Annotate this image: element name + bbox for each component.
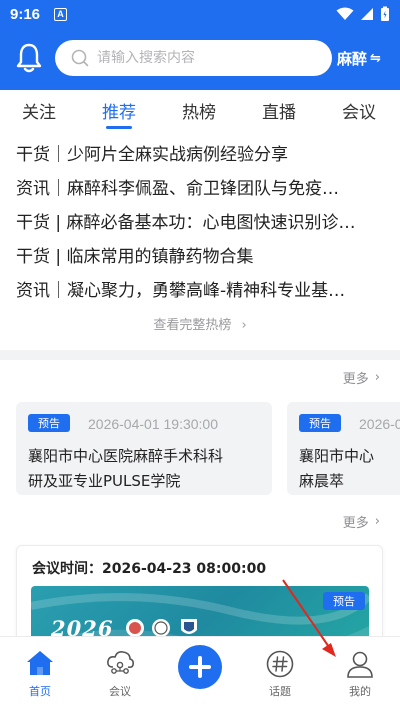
app-header: 麻醉 ⇋ xyxy=(0,28,400,90)
nav-meeting[interactable]: 会议 xyxy=(80,637,160,710)
nav-profile[interactable]: 我的 xyxy=(320,637,400,710)
tab-bar: 关注 推荐 热榜 直播 会议 xyxy=(0,90,400,130)
publish-button[interactable] xyxy=(178,645,222,689)
meeting-time: 会议时间：2026-04-23 08:00:00 xyxy=(32,561,267,577)
chevron-right-icon: › xyxy=(374,514,380,529)
department-label: 麻醉 xyxy=(337,50,368,68)
preview-title-line: 襄阳市中心 xyxy=(299,447,375,465)
nav-topic[interactable]: 话题 xyxy=(240,637,320,710)
tab-recommend[interactable]: 推荐 xyxy=(102,98,136,123)
tab-hot[interactable]: 热榜 xyxy=(182,98,216,123)
preview-time: 2026-04-01 19:30:00 xyxy=(88,416,218,432)
preview-more-link[interactable]: 更多 › xyxy=(343,368,380,387)
view-full-hot-list-link[interactable]: 查看完整热榜 › xyxy=(0,314,400,333)
hot-list-item[interactable]: 资讯｜凝心聚力，勇攀高峰-精神科专业基… xyxy=(16,276,386,301)
notification-icon: A xyxy=(54,7,68,21)
nav-label: 话题 xyxy=(269,685,291,698)
switch-icon: ⇋ xyxy=(370,51,381,66)
preview-time: 2026-0 xyxy=(359,416,400,432)
cloud-people-icon xyxy=(107,651,134,674)
wifi-icon xyxy=(336,7,354,20)
status-bar: 9:16 A xyxy=(0,0,400,28)
hot-list-item[interactable]: 资讯｜麻醉科李佩盈、俞卫锋团队与免疫… xyxy=(16,174,386,199)
more-label: 更多 xyxy=(342,516,369,531)
search-icon xyxy=(71,49,89,67)
status-time: 9:16 xyxy=(10,5,41,23)
chevron-right-icon: › xyxy=(241,318,247,333)
meeting-badge: 预告 xyxy=(323,592,365,610)
nav-home[interactable]: 首页 xyxy=(0,637,80,710)
signal-icon xyxy=(361,8,373,20)
preview-card[interactable]: 预告 2026-04-01 19:30:00 襄阳市中心医院麻醉手术科科 研及亚… xyxy=(16,402,272,495)
search-bar[interactable] xyxy=(55,40,332,76)
hashtag-icon xyxy=(266,650,294,678)
person-icon xyxy=(347,651,373,678)
bell-icon[interactable] xyxy=(14,42,44,74)
preview-title-line: 研及亚专业PULSE学院 xyxy=(28,472,181,490)
preview-badge: 预告 xyxy=(299,414,341,432)
preview-card[interactable]: 预告 2026-0 襄阳市中心 麻晨萃 xyxy=(287,402,400,495)
preview-title-line: 襄阳市中心医院麻醉手术科科 xyxy=(28,447,224,465)
hot-list-item[interactable]: 干货 | 麻醉必备基本功：心电图快速识别诊… xyxy=(16,208,386,233)
preview-badge: 预告 xyxy=(28,414,70,432)
status-icons xyxy=(336,6,390,22)
preview-title-line: 麻晨萃 xyxy=(299,472,345,490)
battery-icon xyxy=(381,6,389,21)
more-label: 更多 xyxy=(342,372,369,387)
preview-title: 襄阳市中心 麻晨萃 xyxy=(299,444,374,494)
hot-list: 干货｜少阿片全麻实战病例经验分享 资讯｜麻醉科李佩盈、俞卫锋团队与免疫… 干货 … xyxy=(0,134,400,350)
home-icon xyxy=(27,651,53,675)
meeting-more-link[interactable]: 更多 › xyxy=(343,512,380,531)
bottom-nav: 首页 会议 话题 我的 xyxy=(0,636,400,710)
section-divider xyxy=(0,350,400,360)
tab-meeting[interactable]: 会议 xyxy=(342,98,376,123)
tab-live[interactable]: 直播 xyxy=(262,98,296,123)
hot-list-item[interactable]: 干货｜少阿片全麻实战病例经验分享 xyxy=(16,140,386,165)
department-switch[interactable]: 麻醉 ⇋ xyxy=(337,48,381,69)
plus-icon xyxy=(189,656,211,678)
hot-list-item[interactable]: 干货 | 临床常用的镇静药物合集 xyxy=(16,242,386,267)
nav-label: 我的 xyxy=(349,685,371,698)
nav-label: 会议 xyxy=(109,685,131,698)
chevron-right-icon: › xyxy=(374,370,380,385)
tab-follow[interactable]: 关注 xyxy=(22,98,56,123)
preview-title: 襄阳市中心医院麻醉手术科科 研及亚专业PULSE学院 xyxy=(28,444,223,494)
view-full-label: 查看完整热榜 xyxy=(153,318,232,333)
app-screen: 9:16 A 麻醉 ⇋ 关注 推荐 热榜 直播 会议 干货｜少阿片全麻实 xyxy=(0,0,400,710)
active-tab-indicator xyxy=(106,126,132,129)
nav-label: 首页 xyxy=(29,685,51,698)
search-input[interactable] xyxy=(97,50,317,66)
